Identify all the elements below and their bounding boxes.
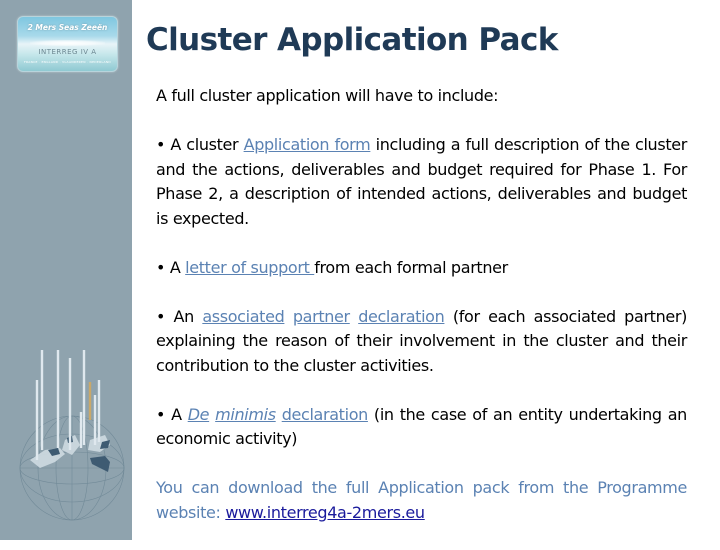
bullet: • xyxy=(156,404,166,424)
partner-link[interactable]: partner xyxy=(293,307,350,326)
intro-text: A full cluster application will have to … xyxy=(156,86,499,105)
application-form-link[interactable]: Application form xyxy=(244,135,371,154)
item-text: A xyxy=(165,257,186,277)
bullet: • xyxy=(156,306,166,326)
de-minimis-declaration-link[interactable]: declaration xyxy=(282,405,369,424)
globe-illustration xyxy=(19,350,125,521)
page-title: Cluster Application Pack xyxy=(146,22,558,58)
slide-content: A full cluster application will have to … xyxy=(156,84,687,550)
declaration-link[interactable]: declaration xyxy=(358,307,445,326)
logo-wave-graphic xyxy=(30,40,105,46)
website-link[interactable]: www.interreg4a-2mers.eu xyxy=(225,503,425,522)
list-item-letter-of-support: • A letter of support from each formal p… xyxy=(156,256,687,281)
list-item-application-form: • A cluster Application form including a… xyxy=(156,133,687,231)
item-text: A xyxy=(165,404,188,424)
logo-programme: INTERREG IV A xyxy=(38,48,97,56)
item-text: A cluster xyxy=(165,135,244,154)
associated-link[interactable]: associated xyxy=(202,307,284,326)
list-item-de-minimis: • A De minimis declaration (in the case … xyxy=(156,403,687,452)
de-link[interactable]: De xyxy=(188,405,210,424)
programme-logo: 2 Mers Seas Zeeën INTERREG IV A FRANCE ·… xyxy=(17,16,118,72)
item-text: from each formal partner xyxy=(314,257,508,277)
sidebar: 2 Mers Seas Zeeën INTERREG IV A FRANCE ·… xyxy=(0,0,132,540)
logo-countries: FRANCE · ENGLAND · VLAANDEREN · NEDERLAN… xyxy=(23,60,112,64)
bullet: • xyxy=(156,257,166,277)
minimis-link[interactable]: minimis xyxy=(215,405,276,424)
logo-name: 2 Mers Seas Zeeën xyxy=(27,23,108,32)
item-text: An xyxy=(165,306,203,326)
download-note: You can download the full Application pa… xyxy=(156,476,687,525)
list-item-associated-partner: • An associated partner declaration (for… xyxy=(156,305,687,379)
bullet: • xyxy=(156,135,166,154)
letter-of-support-link[interactable]: letter of support xyxy=(185,258,314,277)
